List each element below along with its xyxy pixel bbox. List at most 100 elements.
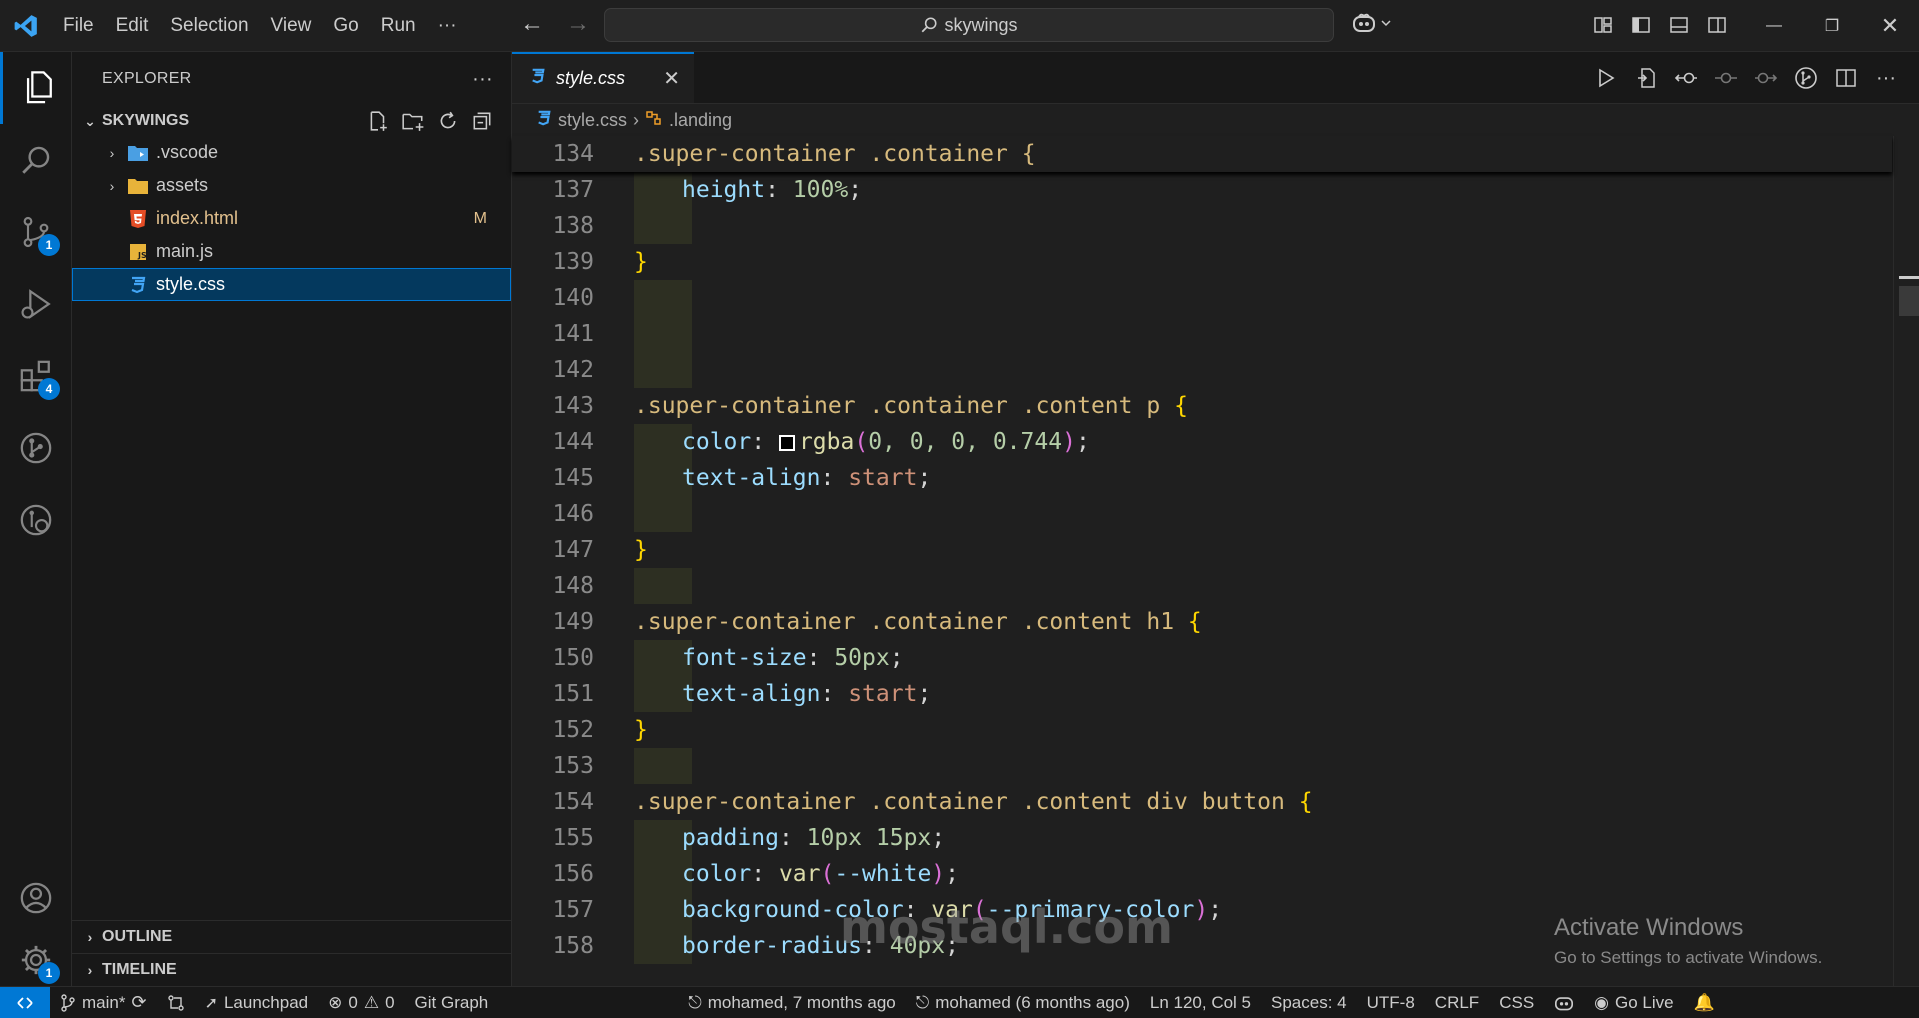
menu-edit[interactable]: Edit	[105, 8, 160, 44]
navigation-arrows: ← →	[516, 10, 594, 38]
minimize-icon[interactable]: —	[1745, 0, 1803, 52]
gitlens-inspect-icon[interactable]	[0, 484, 72, 556]
run-file-icon[interactable]	[1593, 64, 1619, 92]
breadcrumb-file[interactable]: style.css	[558, 110, 627, 131]
code-line[interactable]: 143 .super-container .container .content …	[512, 388, 1892, 424]
copilot-status[interactable]	[1544, 987, 1584, 1018]
git-commit-icon[interactable]	[1713, 64, 1739, 92]
menu-go[interactable]: Go	[322, 8, 369, 44]
sticky-selector: .super-container .container {	[634, 141, 1036, 167]
indent-guide	[634, 568, 692, 604]
blame-status[interactable]: ⎋ mohamed, 7 months ago	[678, 987, 906, 1018]
tree-folder-vscode[interactable]: › .vscode	[72, 136, 511, 169]
remote-indicator-icon[interactable]	[0, 986, 50, 1018]
open-changes-icon[interactable]	[1633, 64, 1659, 92]
timeline-section-header[interactable]: › TIMELINE	[72, 953, 512, 986]
menu-selection[interactable]: Selection	[159, 8, 259, 44]
code-line[interactable]: 146	[512, 496, 1892, 532]
code-line[interactable]: 137 height: 100%;	[512, 172, 1892, 208]
outline-section-header[interactable]: › OUTLINE	[72, 920, 512, 953]
git-graph-action-icon[interactable]	[1793, 64, 1819, 92]
indentation-status[interactable]: Spaces: 4	[1261, 987, 1357, 1018]
git-graph-icon[interactable]	[0, 412, 72, 484]
vertical-scrollbar[interactable]	[1893, 136, 1919, 986]
git-compare-previous-icon[interactable]	[1673, 64, 1699, 92]
search-icon[interactable]	[0, 124, 72, 196]
toggle-panel-icon[interactable]	[1666, 12, 1692, 38]
tab-style-css[interactable]: style.css ✕	[512, 52, 694, 103]
new-file-icon[interactable]	[367, 110, 389, 132]
code-line[interactable]: 149 .super-container .container .content …	[512, 604, 1892, 640]
tree-file-style-css[interactable]: style.css	[72, 268, 511, 301]
code-line[interactable]: 139}	[512, 244, 1892, 280]
git-branch-icon	[61, 993, 75, 1012]
sticky-scroll-line[interactable]: 134 .super-container .container {	[512, 136, 1892, 172]
code-line[interactable]: 153	[512, 748, 1892, 784]
more-actions-icon[interactable]: ···	[1873, 64, 1899, 92]
close-window-icon[interactable]: ✕	[1861, 0, 1919, 52]
code-line[interactable]: 138	[512, 208, 1892, 244]
settings-gear-icon[interactable]: 1	[0, 934, 72, 986]
sync-icon[interactable]: ⟳	[131, 992, 146, 1013]
code-line[interactable]: 147}	[512, 532, 1892, 568]
code-line[interactable]: 150 font-size: 50px;	[512, 640, 1892, 676]
git-compare-icon	[167, 994, 184, 1011]
code-line[interactable]: 154 .super-container .container .content …	[512, 784, 1892, 820]
git-compare-next-icon[interactable]	[1753, 64, 1779, 92]
back-arrow-icon[interactable]: ←	[516, 10, 548, 38]
toggle-secondary-sidebar-icon[interactable]	[1704, 12, 1730, 38]
tree-folder-assets[interactable]: › assets	[72, 169, 511, 202]
menu-more[interactable]: ···	[427, 8, 468, 44]
problems-status[interactable]: ⊗ 0 ⚠ 0	[318, 987, 404, 1018]
explorer-icon[interactable]	[0, 52, 72, 124]
accounts-icon[interactable]	[0, 862, 72, 934]
code-line[interactable]: 156 color: var(--white);	[512, 856, 1892, 892]
encoding-status[interactable]: UTF-8	[1357, 987, 1425, 1018]
git-graph-status[interactable]: Git Graph	[405, 987, 499, 1018]
git-branch-status[interactable]: main* ⟳	[50, 987, 157, 1018]
menu-file[interactable]: File	[52, 8, 105, 44]
refresh-icon[interactable]	[437, 110, 459, 132]
breadcrumb-symbol[interactable]: .landing	[669, 110, 732, 131]
code-line[interactable]: 155 padding: 10px 15px;	[512, 820, 1892, 856]
tree-file-main-js[interactable]: JS main.js	[72, 235, 511, 268]
command-center-search[interactable]: skywings	[604, 8, 1334, 42]
collapse-all-icon[interactable]	[471, 110, 493, 132]
menu-run[interactable]: Run	[370, 8, 427, 44]
code-line[interactable]: 142	[512, 352, 1892, 388]
run-debug-icon[interactable]	[0, 268, 72, 340]
toggle-primary-sidebar-icon[interactable]	[1628, 12, 1654, 38]
restore-icon[interactable]: ❐	[1803, 0, 1861, 52]
menu-view[interactable]: View	[260, 8, 323, 44]
blame-detail-status[interactable]: ⎋ mohamed (6 months ago)	[906, 987, 1140, 1018]
code-line[interactable]: 141	[512, 316, 1892, 352]
eol-status[interactable]: CRLF	[1425, 987, 1489, 1018]
close-tab-icon[interactable]: ✕	[663, 66, 680, 91]
code-line[interactable]: 152}	[512, 712, 1892, 748]
explorer-more-actions[interactable]: ···	[472, 68, 493, 91]
color-swatch[interactable]	[778, 435, 795, 451]
go-live-button[interactable]: ◉ Go Live	[1584, 987, 1683, 1018]
code-line[interactable]: 151 text-align: start;	[512, 676, 1892, 712]
language-mode[interactable]: CSS	[1489, 987, 1544, 1018]
scrollbar-thumb[interactable]	[1899, 286, 1919, 316]
source-control-icon[interactable]: 1	[0, 196, 72, 268]
copilot-menu-button[interactable]	[1352, 12, 1392, 34]
cursor-position[interactable]: Ln 120, Col 5	[1140, 987, 1261, 1018]
notifications-bell-icon[interactable]: 🔔	[1684, 987, 1725, 1018]
launchpad-status[interactable]: ➚ Launchpad	[195, 987, 319, 1018]
gitlens-status[interactable]	[157, 987, 195, 1018]
code-view[interactable]: 136justify-content: space-between;137hei…	[512, 136, 1892, 986]
new-folder-icon[interactable]	[401, 110, 425, 132]
tree-file-index-html[interactable]: index.html M	[72, 202, 511, 235]
code-line[interactable]: 144 color: rgba(0, 0, 0, 0.744);	[512, 424, 1892, 460]
forward-arrow-icon[interactable]: →	[562, 10, 594, 38]
extensions-icon[interactable]: 4	[0, 340, 72, 412]
split-editor-icon[interactable]	[1833, 64, 1859, 92]
code-text: height: 100%;	[682, 177, 863, 203]
code-line[interactable]: 148	[512, 568, 1892, 604]
customize-layout-icon[interactable]	[1590, 12, 1616, 38]
code-line[interactable]: 145 text-align: start;	[512, 460, 1892, 496]
code-line[interactable]: 140	[512, 280, 1892, 316]
project-section-header[interactable]: ⌄ SKYWINGS	[72, 106, 511, 136]
